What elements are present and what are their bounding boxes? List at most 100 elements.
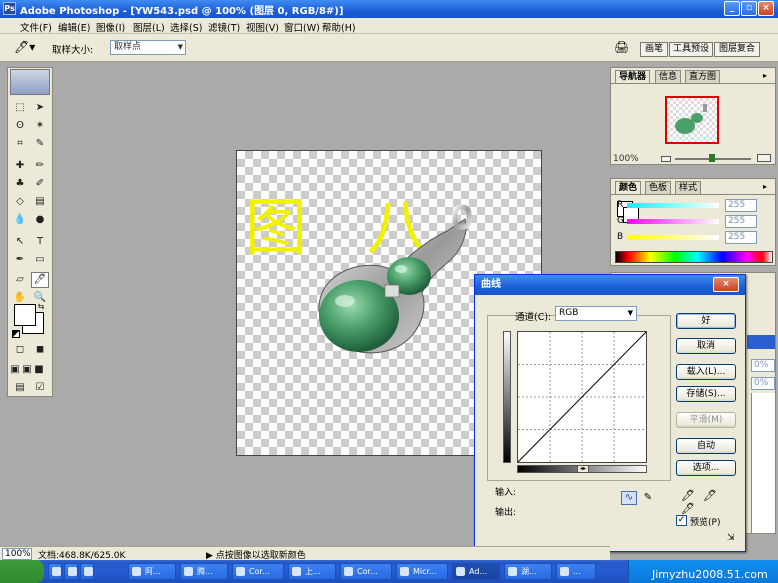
palette-well-icon[interactable]: 🖨 [614,40,630,56]
healing-brush-icon[interactable]: ✚ [11,158,29,174]
panel-menu-icon[interactable]: ▸ [759,71,771,81]
channel-select[interactable]: RGB ▼ [555,306,637,321]
gray-point-eyedropper-icon[interactable]: 🖊 [703,489,725,502]
lasso-icon[interactable]: ʘ [11,118,29,134]
quick-mask-icon[interactable]: ◼ [31,342,49,358]
tab-styles[interactable]: 样式 [675,181,702,194]
status-zoom-input[interactable]: 100% [2,548,32,560]
taskbar-item-active[interactable]: Ad... [452,563,500,580]
start-button[interactable] [0,560,44,583]
fill-input[interactable]: 0% [751,377,775,390]
taskbar-item[interactable]: 腾... [180,563,228,580]
menu-select[interactable]: 选择(S) [170,20,202,34]
pencil-tool-icon[interactable]: ✎ [641,491,655,505]
smooth-button[interactable]: 平滑(M) [676,412,736,428]
tab-swatches[interactable]: 色板 [645,181,672,194]
zoom-slider-handle[interactable] [709,154,715,162]
default-colors-icon[interactable] [12,330,20,338]
minimize-button[interactable]: _ [724,1,740,16]
ok-button[interactable]: 好 [676,313,736,329]
g-slider[interactable] [627,219,719,224]
menu-filter[interactable]: 滤镜(T) [208,20,240,34]
options-button[interactable]: 选项... [676,460,736,476]
shape-icon[interactable]: ▭ [31,252,49,268]
tab-brushes[interactable]: 画笔 [640,42,668,57]
tab-layer-comps[interactable]: 图层复合 [714,42,760,57]
tab-info[interactable]: 信息 [655,70,682,83]
white-point-eyedropper-icon[interactable]: 🖊 [681,502,703,515]
resize-grip-icon[interactable]: ⇲ [727,533,739,545]
panel-menu-icon[interactable]: ▸ [759,182,771,192]
eyedropper-icon[interactable]: 🖊 [31,272,49,288]
menu-window[interactable]: 窗口(W) [284,20,320,34]
quick-launch-icon[interactable] [64,563,78,580]
move-icon[interactable]: ➤ [31,100,49,116]
r-value-input[interactable]: 255 [725,199,757,212]
adobe-feather-icon[interactable] [10,69,50,95]
history-brush-icon[interactable]: ✐ [31,176,49,192]
eyedropper-tool-preset-icon[interactable]: 🖊▾ [14,40,36,56]
crop-icon[interactable]: ⌗ [11,136,29,152]
taskbar-item[interactable]: Micr... [396,563,448,580]
taskbar-item[interactable]: Cor... [232,563,284,580]
standard-mode-icon[interactable]: ◻ [11,342,29,358]
eraser-icon[interactable]: ◇ [11,194,29,210]
navigator-thumbnail[interactable] [665,96,719,144]
menu-file[interactable]: 文件(F) [20,20,52,34]
taskbar-item[interactable]: 阿... [128,563,176,580]
taskbar-item[interactable]: ... [556,563,596,580]
quick-launch-icon[interactable] [80,563,94,580]
tab-navigator[interactable]: 导航器 [615,70,651,83]
foreground-color-swatch[interactable] [14,304,36,326]
save-button[interactable]: 存储(S)... [676,386,736,402]
opacity-input[interactable]: 0% [751,359,775,372]
preview-checkbox[interactable]: ✓ [676,515,687,526]
menu-image[interactable]: 图像(I) [96,20,125,34]
marquee-icon[interactable]: ⬚ [11,100,29,116]
screen-mode-full-icon[interactable]: ■ [33,362,45,378]
tab-tool-presets[interactable]: 工具预设 [669,42,713,57]
cancel-button[interactable]: 取消 [676,338,736,354]
menu-view[interactable]: 视图(V) [246,20,279,34]
path-select-icon[interactable]: ↖ [11,234,29,250]
clone-stamp-icon[interactable]: ♣ [11,176,29,192]
taskbar-item[interactable]: 湖... [504,563,552,580]
jump-to-imageready-left-icon[interactable]: ▤ [11,380,29,396]
swap-colors-icon[interactable]: ⇆ [36,302,46,312]
black-point-eyedropper-icon[interactable]: 🖊 [681,489,703,502]
close-button[interactable]: × [758,1,774,16]
r-slider[interactable] [627,203,719,208]
dodge-icon[interactable]: ● [31,212,49,228]
tab-color[interactable]: 颜色 [615,181,642,194]
type-icon[interactable]: T [31,234,49,250]
blur-icon[interactable]: 💧 [11,212,29,228]
brush-icon[interactable]: ✏ [31,158,49,174]
restore-button[interactable]: ▫ [741,1,757,16]
menu-help[interactable]: 帮助(H) [322,20,356,34]
b-value-input[interactable]: 255 [725,231,757,244]
sample-size-select[interactable]: 取样点 ▼ [110,40,186,55]
curve-tool-icon[interactable]: ∿ [621,491,637,505]
quick-launch-icon[interactable] [48,563,62,580]
navigator-zoom-value[interactable]: 100% [613,154,639,164]
menu-edit[interactable]: 编辑(E) [58,20,90,34]
zoom-out-icon[interactable] [661,156,671,162]
taskbar-item[interactable]: Cor... [340,563,392,580]
notes-icon[interactable]: ▱ [11,272,29,288]
gradient-icon[interactable]: ▤ [31,194,49,210]
curves-graph[interactable] [517,331,647,463]
b-slider[interactable] [627,235,719,240]
layers-list[interactable] [751,393,775,533]
zoom-in-icon[interactable] [757,154,771,162]
load-button[interactable]: 载入(L)... [676,364,736,380]
curves-close-button[interactable]: × [713,277,739,292]
menu-layer[interactable]: 图层(L) [133,20,165,34]
g-value-input[interactable]: 255 [725,215,757,228]
screen-mode-standard-icon[interactable]: ▣ [9,362,21,378]
gradient-toggle-icon[interactable]: ◂▸ [577,465,589,473]
slice-icon[interactable]: ✎ [31,136,49,152]
tab-histogram[interactable]: 直方图 [685,70,721,83]
screen-mode-menu-icon[interactable]: ▣ [21,362,33,378]
color-spectrum-bar[interactable] [615,251,773,263]
taskbar-item[interactable]: 上... [288,563,336,580]
